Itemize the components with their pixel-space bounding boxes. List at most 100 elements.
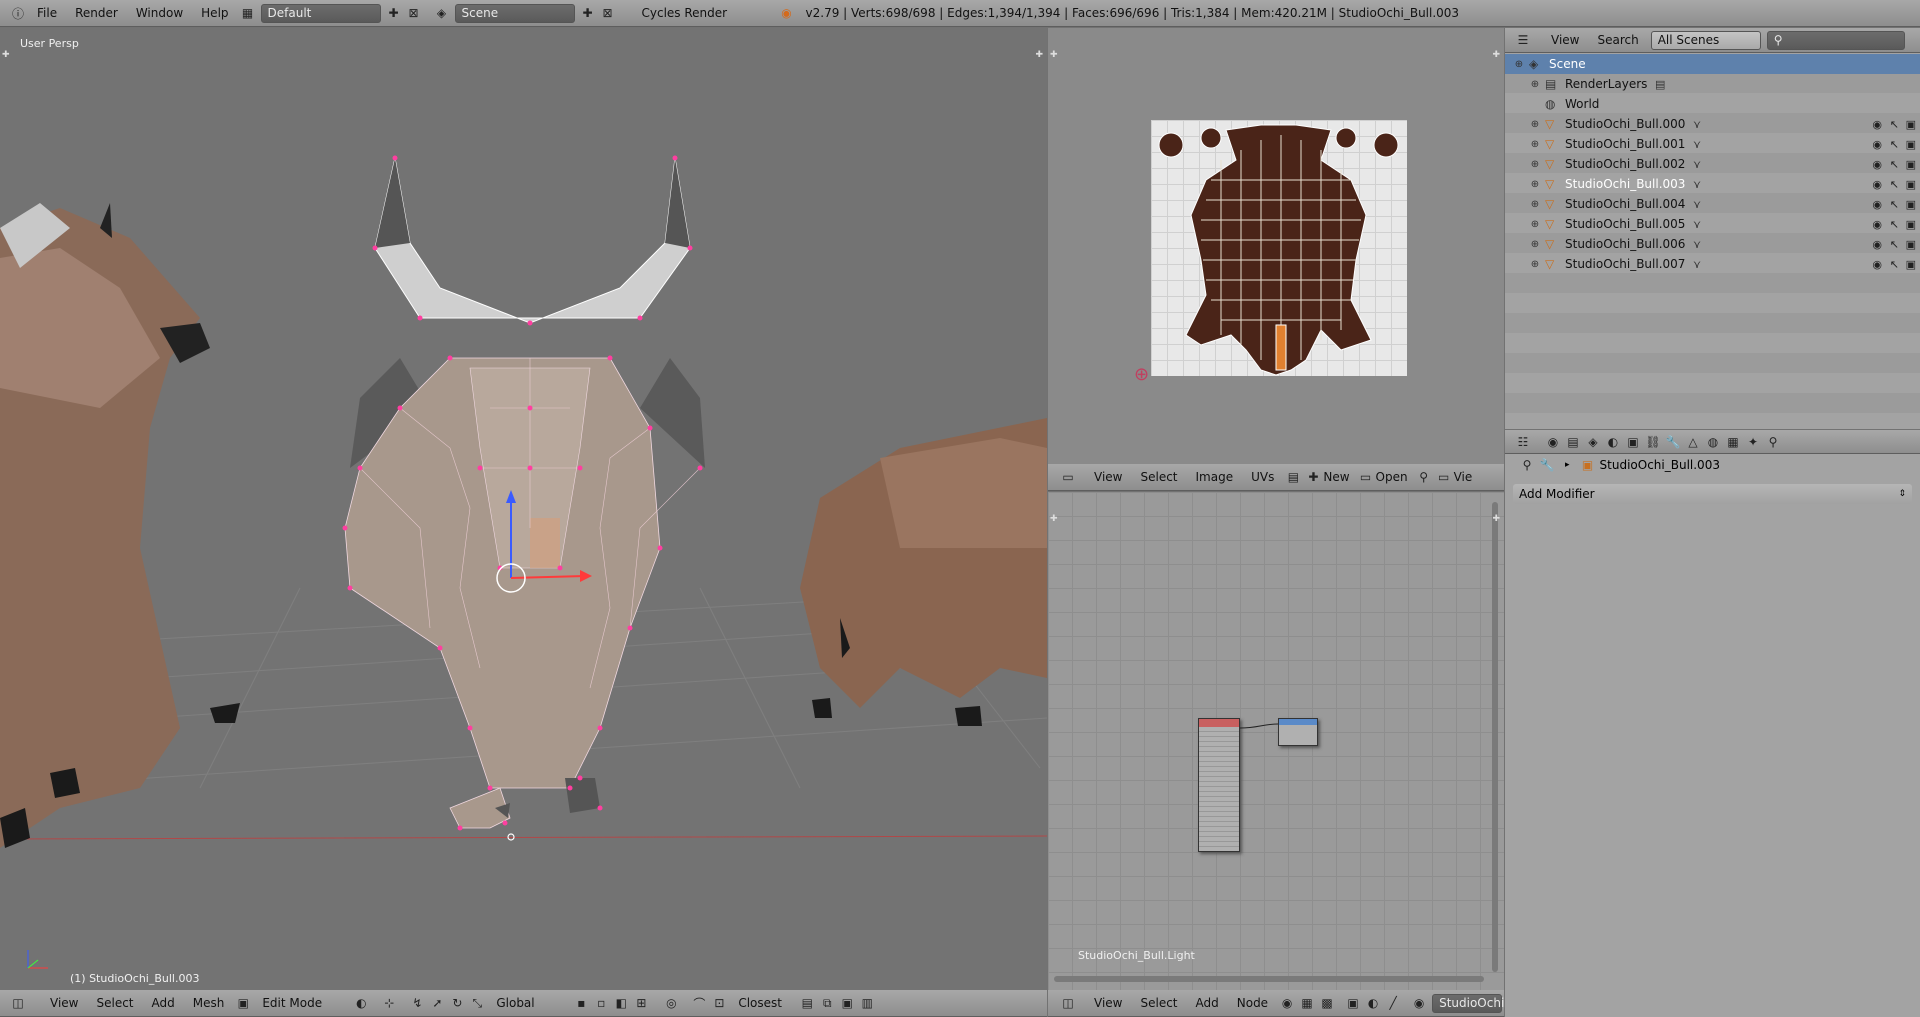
outliner-menu-search[interactable]: Search xyxy=(1597,33,1638,47)
outliner-type-icon[interactable]: ☰ xyxy=(1513,31,1533,50)
expand-toggle-icon[interactable]: ⊕ xyxy=(1529,219,1541,230)
particles-tab-icon[interactable]: ✦ xyxy=(1743,432,1763,451)
renderable-camera-icon[interactable]: ▣ xyxy=(1906,138,1916,151)
outliner-item-1[interactable]: ⊕ ▤ RenderLayers ▤ xyxy=(1505,74,1920,94)
uv-menu-uvs[interactable]: UVs xyxy=(1251,470,1274,484)
physics-tab-icon[interactable]: ⚲ xyxy=(1763,432,1783,451)
renderable-camera-icon[interactable]: ▣ xyxy=(1906,218,1916,231)
node-menu-node[interactable]: Node xyxy=(1237,996,1268,1010)
snap-element-icon[interactable]: ⊡ xyxy=(709,994,729,1013)
snap-icon[interactable]: ⌒ xyxy=(689,994,709,1013)
outliner-display-select[interactable]: All Scenes xyxy=(1650,30,1761,50)
close-layout-icon[interactable]: ⊠ xyxy=(404,4,424,23)
texture-tab-icon[interactable]: ▦ xyxy=(1723,432,1743,451)
opengl-render-icon[interactable]: ▣ xyxy=(837,994,857,1013)
uv-editor-type-icon[interactable]: ▭ xyxy=(1058,468,1078,487)
expand-left-icon[interactable]: ✚ xyxy=(2,50,10,60)
node-menu-add[interactable]: Add xyxy=(1196,996,1219,1010)
expand-toggle-icon[interactable]: ⊕ xyxy=(1529,139,1541,150)
viewport-shading-icon[interactable]: ◐ xyxy=(351,994,371,1013)
visibility-eye-icon[interactable]: ◉ xyxy=(1872,258,1882,271)
line-style-icon[interactable]: ╱ xyxy=(1383,994,1403,1013)
modifiers-tab-icon[interactable]: 🔧 xyxy=(1663,432,1683,451)
add-scene-icon[interactable]: ✚ xyxy=(578,4,598,23)
selectable-cursor-icon[interactable]: ↖ xyxy=(1890,198,1899,211)
expand-right-icon[interactable]: ✚ xyxy=(1035,50,1043,60)
data-tab-icon[interactable]: △ xyxy=(1683,432,1703,451)
new-image-icon[interactable]: ✚ xyxy=(1303,468,1323,487)
transform-orientation-select[interactable]: Global xyxy=(496,996,556,1010)
selectable-cursor-icon[interactable]: ↖ xyxy=(1890,158,1899,171)
pivot-point-icon[interactable]: ⊹ xyxy=(379,994,399,1013)
translate-icon[interactable]: ➚ xyxy=(427,994,447,1013)
face-select-icon[interactable]: ◧ xyxy=(611,994,631,1013)
renderable-camera-icon[interactable]: ▣ xyxy=(1906,178,1916,191)
edge-select-icon[interactable]: ▫ xyxy=(591,994,611,1013)
outliner[interactable]: ⊕ ◈ Scene ⊕ ▤ RenderLayers ▤ ◍ World ⊕ ▽ StudioOchi… xyxy=(1505,53,1920,429)
render-preview-icon[interactable]: ⧉ xyxy=(817,994,837,1013)
mesh-data-icon[interactable]: ⋎ xyxy=(1693,258,1701,271)
renderable-camera-icon[interactable]: ▣ xyxy=(1906,118,1916,131)
uv-menu-view[interactable]: View xyxy=(1094,470,1122,484)
selectable-cursor-icon[interactable]: ↖ xyxy=(1890,138,1899,151)
opengl-anim-icon[interactable]: ▥ xyxy=(857,994,877,1013)
occlude-geometry-icon[interactable]: ⊞ xyxy=(631,994,651,1013)
material-tab-icon[interactable]: ◍ xyxy=(1703,432,1723,451)
visibility-eye-icon[interactable]: ◉ xyxy=(1872,198,1882,211)
selectable-cursor-icon[interactable]: ↖ xyxy=(1890,258,1899,271)
snap-target-select[interactable]: Closest xyxy=(738,996,788,1010)
menu-file[interactable]: File xyxy=(37,6,57,20)
expand-toggle-icon[interactable]: ⊕ xyxy=(1529,79,1541,90)
visibility-eye-icon[interactable]: ◉ xyxy=(1872,158,1882,171)
selectable-cursor-icon[interactable]: ↖ xyxy=(1890,218,1899,231)
image-browse-icon[interactable]: ▤ xyxy=(1283,468,1303,487)
outliner-item-6[interactable]: ⊕ ▽ StudioOchi_Bull.003 ⋎ ◉ ↖ ▣ xyxy=(1505,174,1920,194)
expand-toggle-icon[interactable]: ⊕ xyxy=(1513,59,1525,70)
pin-icon[interactable]: ⚲ xyxy=(1414,468,1434,487)
constraints-tab-icon[interactable]: ⛓ xyxy=(1643,432,1663,451)
outliner-item-4[interactable]: ⊕ ▽ StudioOchi_Bull.001 ⋎ ◉ ↖ ▣ xyxy=(1505,134,1920,154)
outliner-item-0[interactable]: ⊕ ◈ Scene xyxy=(1505,54,1920,74)
object-material-select[interactable]: StudioOchi xyxy=(1432,993,1504,1013)
object-tab-icon[interactable]: ▣ xyxy=(1623,432,1643,451)
node-menu-select[interactable]: Select xyxy=(1140,996,1177,1010)
scene-icon[interactable]: ◈ xyxy=(432,4,452,23)
outliner-item-7[interactable]: ⊕ ▽ StudioOchi_Bull.004 ⋎ ◉ ↖ ▣ xyxy=(1505,194,1920,214)
layer-icon[interactable]: ▤ xyxy=(797,994,817,1013)
render-layers-tab-icon[interactable]: ▤ xyxy=(1563,432,1583,451)
node-editor-type-icon[interactable]: ◫ xyxy=(1058,994,1078,1013)
vertex-select-icon[interactable]: ▪ xyxy=(571,994,591,1013)
expand-toggle-icon[interactable]: ⊕ xyxy=(1529,179,1541,190)
outliner-item-3[interactable]: ⊕ ▽ StudioOchi_Bull.000 ⋎ ◉ ↖ ▣ xyxy=(1505,114,1920,134)
texture-nodes-icon[interactable]: ▦ xyxy=(1297,994,1317,1013)
outliner-item-10[interactable]: ⊕ ▽ StudioOchi_Bull.007 ⋎ ◉ ↖ ▣ xyxy=(1505,254,1920,274)
new-image-button[interactable]: New xyxy=(1323,470,1349,484)
node-scrollbar-h[interactable] xyxy=(1054,976,1484,982)
visibility-eye-icon[interactable]: ◉ xyxy=(1872,238,1882,251)
mesh-data-icon[interactable]: ⋎ xyxy=(1693,158,1701,171)
expand-toggle-icon[interactable]: ⊕ xyxy=(1529,239,1541,250)
visibility-eye-icon[interactable]: ◉ xyxy=(1872,118,1882,131)
expand-toggle-icon[interactable]: ⊕ xyxy=(1529,159,1541,170)
selectable-cursor-icon[interactable]: ↖ xyxy=(1890,118,1899,131)
render-layer-icon[interactable]: ▤ xyxy=(1655,78,1665,91)
mesh-data-icon[interactable]: ⋎ xyxy=(1693,138,1701,151)
rotate-icon[interactable]: ↻ xyxy=(447,994,467,1013)
outliner-menu-view[interactable]: View xyxy=(1551,33,1579,47)
uv-expand-left-icon[interactable]: ✚ xyxy=(1050,50,1058,60)
proportional-edit-icon[interactable]: ◎ xyxy=(661,994,681,1013)
properties-type-icon[interactable]: ☷ xyxy=(1513,432,1533,451)
viewport-menu-add[interactable]: Add xyxy=(152,996,175,1010)
material-slot-icon[interactable]: ◉ xyxy=(1409,994,1429,1013)
menu-help[interactable]: Help xyxy=(201,6,228,20)
layout-select[interactable]: Default xyxy=(260,3,381,23)
outliner-item-8[interactable]: ⊕ ▽ StudioOchi_Bull.005 ⋎ ◉ ↖ ▣ xyxy=(1505,214,1920,234)
scene-tab-icon[interactable]: ◈ xyxy=(1583,432,1603,451)
3d-viewport[interactable]: User Persp (1) StudioOchi_Bull.003 ✚ ✚ xyxy=(0,28,1047,990)
world-tab-icon[interactable]: ◐ xyxy=(1603,432,1623,451)
open-image-button[interactable]: Open xyxy=(1376,470,1408,484)
editor-type-icon[interactable]: ◫ xyxy=(8,994,28,1013)
node-scrollbar-v[interactable] xyxy=(1492,502,1498,972)
uv-editor[interactable]: ⊕ ✚ ✚ xyxy=(1048,28,1504,464)
mode-select[interactable]: Edit Mode xyxy=(262,996,336,1010)
